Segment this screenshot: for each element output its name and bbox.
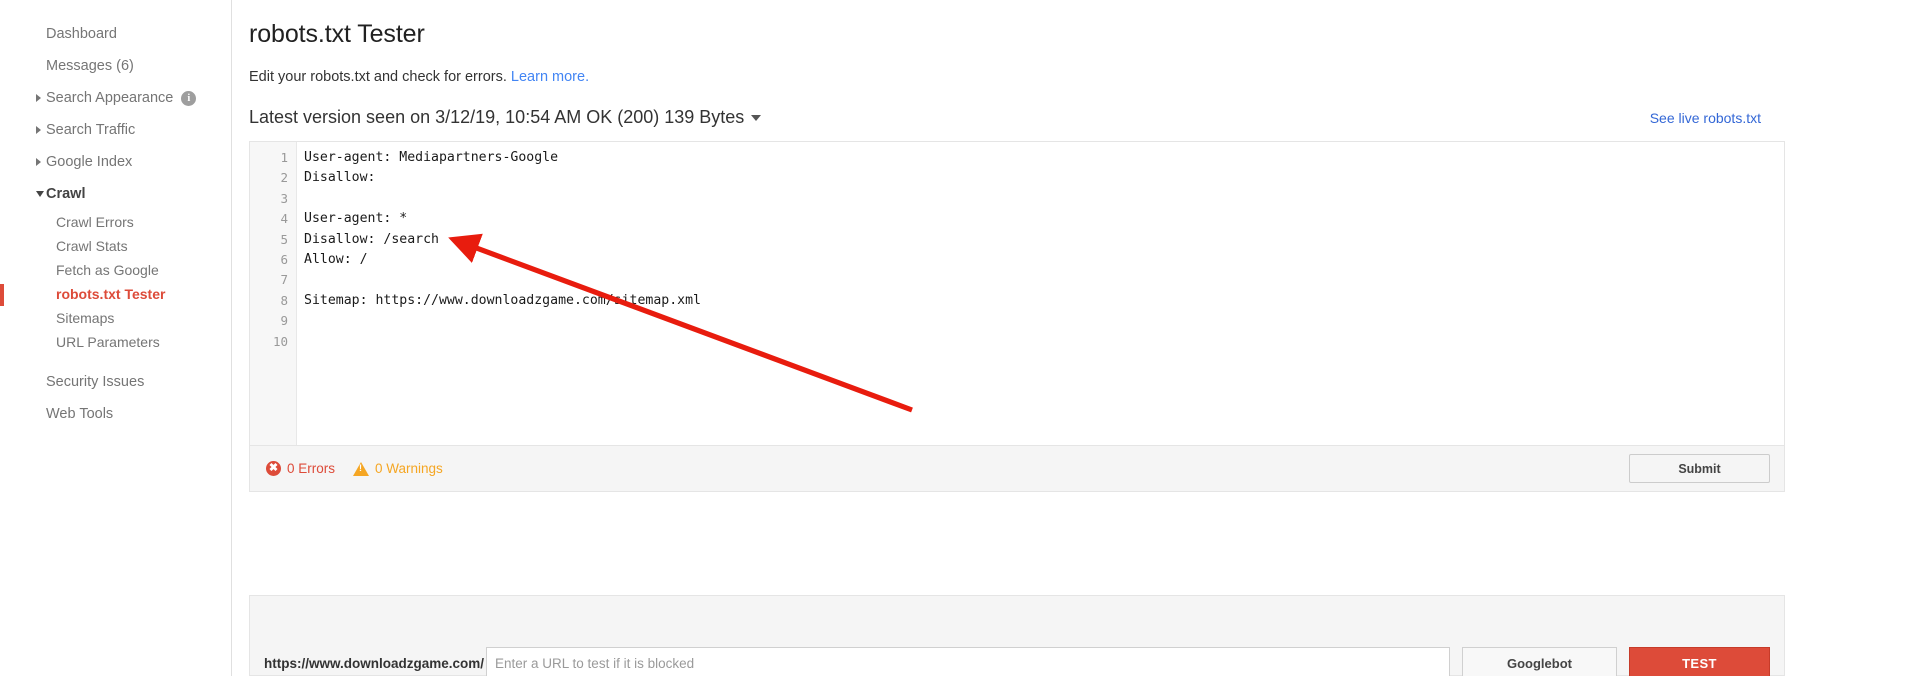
line-number: 2: [280, 170, 288, 186]
code-line: Sitemap: https://www.downloadzgame.com/s…: [304, 292, 701, 308]
submit-button[interactable]: Submit: [1629, 454, 1770, 483]
sidebar-item-label: Google Index: [46, 154, 133, 170]
test-button[interactable]: TEST: [1629, 647, 1770, 676]
chevron-down-icon[interactable]: [751, 114, 762, 121]
validation-status: ✖ 0 Errors 0 Warnings: [266, 461, 443, 476]
line-number: 4: [280, 211, 288, 227]
url-test-input[interactable]: [486, 647, 1450, 676]
see-live-robots-link[interactable]: See live robots.txt: [1650, 110, 1761, 126]
sidebar-item-security-issues[interactable]: Security Issues: [0, 366, 231, 398]
sidebar-item-label: Crawl Errors: [56, 214, 134, 230]
sidebar-item-label: Crawl: [46, 186, 86, 202]
sidebar-item-dashboard[interactable]: Dashboard: [0, 18, 231, 50]
chevron-down-icon: [36, 191, 44, 197]
sidebar-item-crawl[interactable]: Crawl: [0, 178, 231, 210]
sidebar-item-label: Dashboard: [46, 26, 117, 42]
robots-code-area[interactable]: User-agent: Mediapartners-Google Disallo…: [297, 142, 1784, 445]
sidebar-item-label: Search Traffic: [46, 122, 136, 138]
sidebar-item-fetch-as-google[interactable]: Fetch as Google: [0, 258, 231, 282]
chevron-right-icon: [36, 158, 41, 166]
learn-more-link[interactable]: Learn more.: [511, 69, 589, 85]
line-number: 9: [280, 313, 288, 329]
robots-editor[interactable]: 1 2 3 4 5 6 7 8 9 10 User-agent: Mediapa…: [250, 142, 1784, 445]
code-line: Allow: /: [304, 251, 368, 267]
editor-footer: ✖ 0 Errors 0 Warnings Submit: [250, 445, 1784, 491]
code-line: Disallow: /search: [304, 231, 439, 247]
active-indicator: [0, 284, 4, 306]
sidebar-item-label: Fetch as Google: [56, 262, 159, 278]
sidebar-item-label: Sitemaps: [56, 310, 115, 326]
robots-txt-tester-page: Dashboard Messages (6) Search Appearance…: [0, 0, 1919, 676]
user-agent-select[interactable]: Googlebot: [1462, 647, 1617, 676]
version-row: Latest version seen on 3/12/19, 10:54 AM…: [249, 107, 1919, 133]
robots-editor-card: 1 2 3 4 5 6 7 8 9 10 User-agent: Mediapa…: [249, 141, 1785, 492]
page-title: robots.txt Tester: [249, 20, 425, 48]
sidebar-item-url-parameters[interactable]: URL Parameters: [0, 330, 231, 354]
sidebar-item-search-appearance[interactable]: Search Appearance i: [0, 82, 231, 114]
main-content: robots.txt Tester Edit your robots.txt a…: [233, 0, 1919, 676]
line-number: 7: [280, 272, 288, 288]
version-label[interactable]: Latest version seen on 3/12/19, 10:54 AM…: [249, 107, 744, 128]
sidebar-item-messages[interactable]: Messages (6): [0, 50, 231, 82]
sidebar-item-label: Search Appearance: [46, 90, 174, 106]
sidebar-item-web-tools[interactable]: Web Tools: [0, 398, 231, 430]
page-subtitle: Edit your robots.txt and check for error…: [249, 69, 1919, 85]
error-circle-icon: ✖: [266, 461, 281, 476]
code-line: User-agent: Mediapartners-Google: [304, 150, 559, 165]
info-icon[interactable]: i: [181, 90, 197, 106]
sidebar-item-label: Security Issues: [46, 374, 145, 390]
sidebar-item-search-traffic[interactable]: Search Traffic: [0, 114, 231, 146]
sidebar: Dashboard Messages (6) Search Appearance…: [0, 0, 232, 676]
sidebar-item-label: Crawl Stats: [56, 238, 128, 254]
line-number: 1: [280, 150, 288, 165]
line-number-gutter: 1 2 3 4 5 6 7 8 9 10: [250, 142, 297, 445]
url-prefix-label: https://www.downloadzgame.com/: [264, 656, 485, 671]
warning-triangle-icon: [353, 461, 370, 476]
sidebar-item-crawl-stats[interactable]: Crawl Stats: [0, 234, 231, 258]
line-number: 10: [272, 333, 288, 349]
line-number: 3: [280, 190, 288, 206]
sidebar-item-label: Web Tools: [46, 406, 114, 422]
sidebar-item-label: robots.txt Tester: [56, 286, 166, 302]
sidebar-item-label: URL Parameters: [56, 334, 160, 350]
page-subtitle-text: Edit your robots.txt and check for error…: [249, 69, 507, 85]
code-line: User-agent: *: [304, 211, 408, 227]
sidebar-item-crawl-errors[interactable]: Crawl Errors: [0, 210, 231, 234]
url-test-bar: https://www.downloadzgame.com/ Googlebot…: [249, 595, 1785, 676]
sidebar-item-robots-txt-tester[interactable]: robots.txt Tester: [0, 282, 231, 306]
line-number: 8: [280, 292, 288, 308]
line-number: 6: [280, 251, 288, 267]
warnings-count-label: 0 Warnings: [375, 461, 443, 476]
sidebar-item-label: Messages (6): [46, 58, 134, 74]
sidebar-item-sitemaps[interactable]: Sitemaps: [0, 306, 231, 330]
sidebar-item-google-index[interactable]: Google Index: [0, 146, 231, 178]
line-number: 5: [280, 231, 288, 247]
code-line: Disallow:: [304, 170, 376, 186]
chevron-right-icon: [36, 126, 41, 134]
errors-count-label: 0 Errors: [287, 461, 336, 476]
chevron-right-icon: [36, 94, 41, 102]
